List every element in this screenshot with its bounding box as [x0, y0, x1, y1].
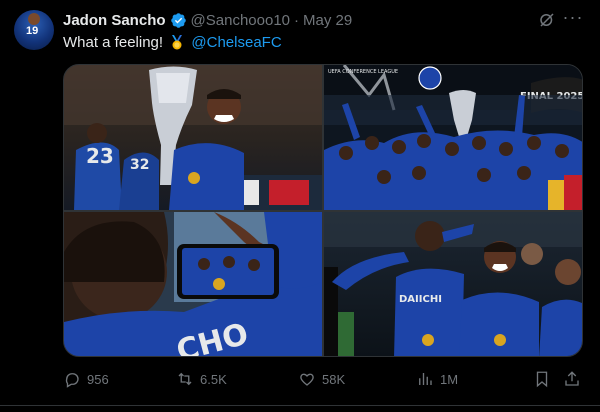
grok-icon[interactable] [538, 11, 556, 29]
media-grid: 23 32 UEFA CONFERENCE LEAGUE FINAL 2025 [63, 64, 583, 357]
author-handle[interactable]: @Sanchooo10 [191, 12, 290, 29]
mention-link[interactable]: @ChelseaFC [191, 34, 281, 51]
tweet-divider [0, 405, 600, 406]
avatar-jersey-number: 19 [26, 25, 39, 37]
avatar-head [28, 13, 40, 25]
share-icon [565, 371, 579, 386]
photo-celebration-duo-image: DAIICHI [324, 212, 582, 356]
retweet-icon [178, 372, 192, 386]
reply-count: 956 [87, 371, 109, 387]
tweet-text: What a feeling! @ChelseaFC [63, 33, 282, 53]
like-button[interactable]: 58K [298, 367, 345, 391]
jersey-number-left: 23 [86, 144, 114, 168]
photo-team-celebration[interactable]: UEFA CONFERENCE LEAGUE FINAL 2025 [324, 65, 582, 210]
banner-text: UEFA CONFERENCE LEAGUE [328, 69, 398, 75]
photo-trophy-lift-image: 23 32 [64, 65, 322, 210]
verified-badge-icon [170, 12, 186, 28]
views-button[interactable]: 1M [416, 367, 458, 391]
separator-dot: · [294, 11, 300, 29]
retweet-count: 6.5K [200, 371, 227, 387]
chelsea-crest-icon [418, 66, 442, 90]
tweet-text-body: What a feeling! [63, 34, 164, 51]
views-bar-chart-icon [419, 373, 432, 385]
heart-icon [300, 373, 314, 386]
author-name[interactable]: Jadon Sancho [63, 12, 166, 29]
photo-trophy-lift[interactable]: 23 32 [64, 65, 322, 210]
more-options-icon[interactable]: ··· [562, 8, 584, 31]
reply-icon [65, 373, 79, 388]
medal-emoji-icon [172, 35, 183, 50]
tweet-actions: 956 6.5K 58K 1M [63, 367, 583, 391]
author-avatar[interactable]: 19 [14, 10, 54, 50]
bookmark-icon [536, 371, 548, 388]
tweet-header: Jadon Sancho @Sanchooo10 · May 29 [63, 10, 352, 30]
tweet-date[interactable]: May 29 [303, 12, 352, 29]
photo-phone-filming[interactable]: CHO [64, 212, 322, 356]
sponsor-text: DAIICHI [399, 294, 442, 305]
photo-phone-filming-image: CHO [64, 212, 322, 356]
photo-celebration-duo[interactable]: DAIICHI [324, 212, 582, 356]
jersey-number-right: 32 [130, 157, 149, 173]
bookmark-button[interactable] [533, 367, 551, 391]
photo-team-celebration-image: UEFA CONFERENCE LEAGUE FINAL 2025 [324, 65, 582, 210]
like-count: 58K [322, 371, 346, 387]
retweet-button[interactable]: 6.5K [176, 367, 227, 391]
view-count: 1M [440, 371, 459, 387]
reply-button[interactable]: 956 [63, 367, 109, 391]
share-button[interactable] [563, 367, 581, 391]
